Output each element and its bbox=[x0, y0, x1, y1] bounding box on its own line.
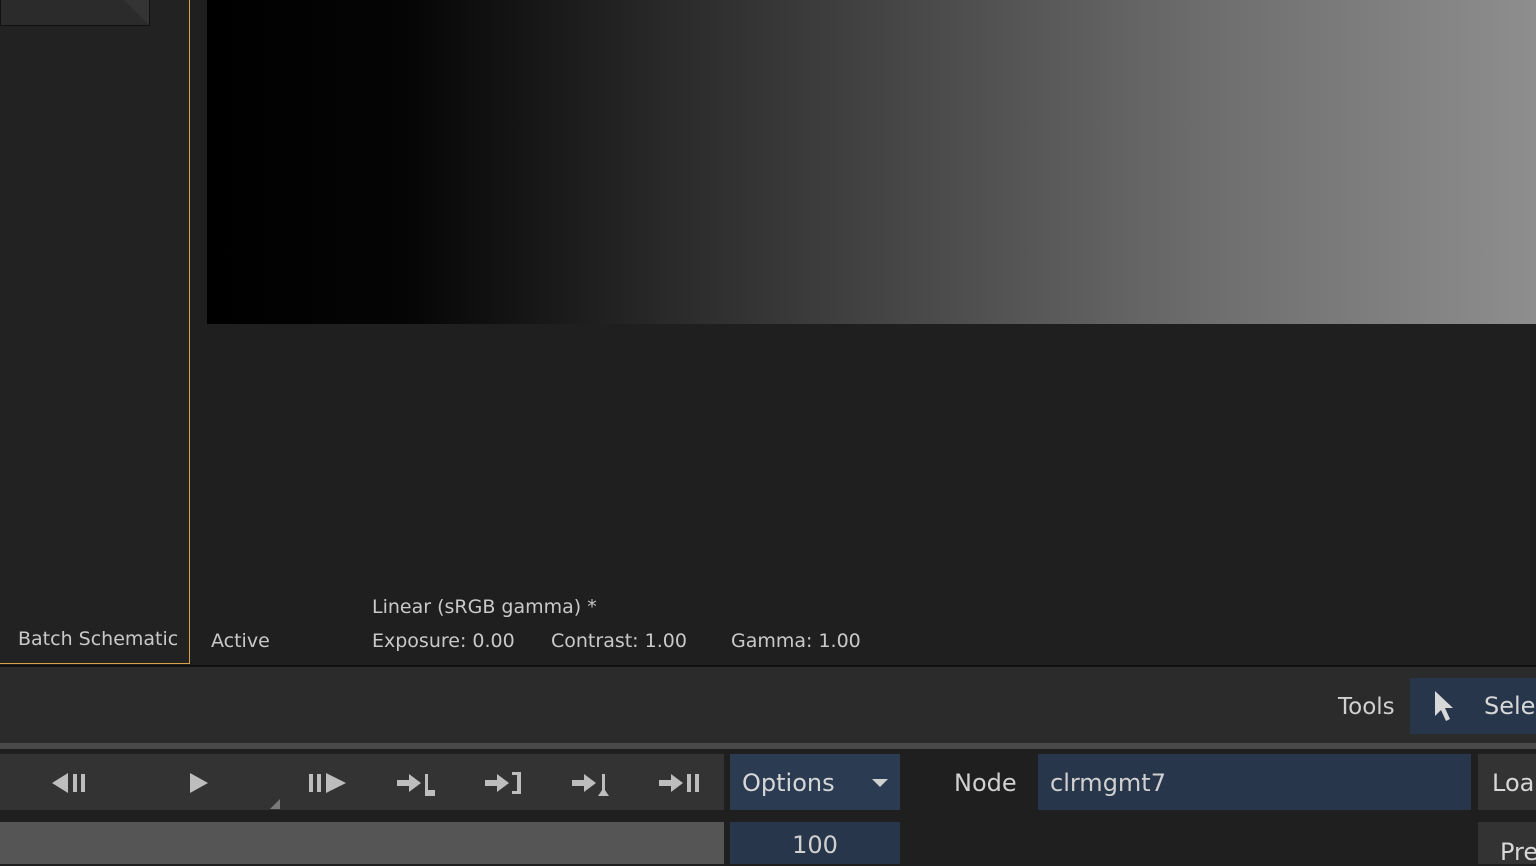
load-button-label: Loa bbox=[1492, 769, 1535, 797]
jump-to-in-icon[interactable] bbox=[395, 766, 439, 800]
pre-button-label: Pre bbox=[1500, 838, 1536, 866]
batch-schematic-panel[interactable] bbox=[0, 0, 190, 664]
step-back-icon[interactable] bbox=[48, 766, 94, 800]
tools-label: Tools bbox=[1338, 694, 1395, 720]
schematic-node[interactable] bbox=[0, 0, 150, 26]
transport-controls bbox=[0, 754, 724, 810]
node-name-value: clrmgmt7 bbox=[1050, 769, 1166, 797]
select-tool-label: Selec bbox=[1484, 692, 1536, 720]
jump-to-out-icon[interactable] bbox=[483, 766, 527, 800]
viewer-status-label: Active bbox=[211, 630, 270, 652]
step-forward-icon[interactable] bbox=[305, 766, 351, 800]
tools-bar bbox=[0, 667, 1536, 743]
jump-to-mark-icon[interactable] bbox=[570, 766, 614, 800]
chevron-down-icon bbox=[872, 779, 888, 787]
jump-to-end-icon[interactable] bbox=[657, 766, 703, 800]
contrast-readout: Contrast: 1.00 bbox=[551, 630, 687, 652]
node-label: Node bbox=[954, 769, 1017, 797]
corner-indicator-icon bbox=[270, 794, 280, 809]
viewer-image[interactable] bbox=[207, 0, 1536, 324]
frame-value: 100 bbox=[792, 831, 838, 859]
colorspace-label: Linear (sRGB gamma) * bbox=[372, 596, 597, 618]
timeline-bar[interactable] bbox=[0, 822, 724, 864]
gamma-readout: Gamma: 1.00 bbox=[731, 630, 861, 652]
options-label: Options bbox=[742, 769, 835, 797]
play-icon[interactable] bbox=[184, 766, 212, 800]
exposure-readout: Exposure: 0.00 bbox=[372, 630, 515, 652]
batch-schematic-label: Batch Schematic bbox=[18, 628, 179, 650]
divider bbox=[0, 743, 1536, 749]
cursor-arrow-icon bbox=[1432, 689, 1458, 723]
